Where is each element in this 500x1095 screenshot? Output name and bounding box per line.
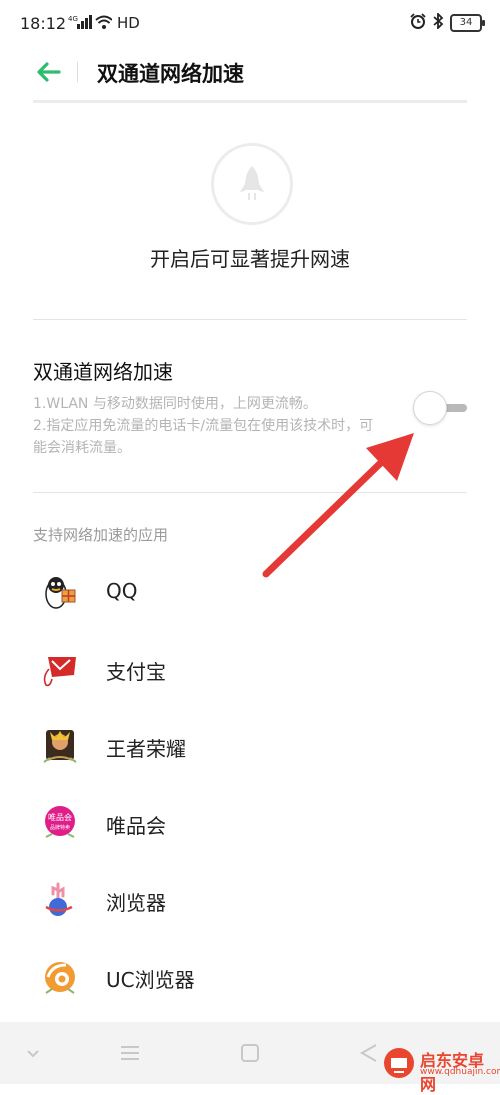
page-title: 双通道网络加速 (97, 62, 244, 86)
list-item-qq[interactable]: QQ (0, 553, 500, 631)
list-item-uc-browser[interactable]: UC浏览器 (0, 938, 500, 1016)
browser-icon (45, 882, 73, 916)
rocket-badge (211, 143, 293, 225)
watermark: 启东安卓网 www.qdhuajin.com (380, 1044, 500, 1094)
app-label: UC浏览器 (106, 968, 195, 992)
setting-description: 1.WLAN 与移动数据同时使用，上网更流畅。 2.指定应用免流量的电话卡/流量… (33, 393, 383, 459)
setting-desc-line-2: 2.指定应用免流量的电话卡/流量包在使用该技术时，可能会消耗流量。 (33, 418, 374, 456)
rocket-icon (240, 166, 264, 200)
hd-indicator: HD (117, 14, 140, 32)
back-arrow-icon (37, 62, 61, 82)
alipay-icon (43, 657, 76, 687)
app-label: 唯品会 (106, 814, 166, 838)
nav-back-button[interactable] (356, 1042, 382, 1064)
toggle-knob (413, 391, 447, 425)
nav-home-button[interactable] (237, 1042, 263, 1064)
chevron-down-icon (27, 1050, 39, 1058)
divider (33, 492, 467, 493)
list-item-vipshop[interactable]: 唯品会 品牌特卖 唯品会 (0, 784, 500, 862)
list-item-honor-of-kings[interactable]: 王者荣耀 (0, 707, 500, 785)
vipshop-icon: 唯品会 品牌特卖 (45, 806, 75, 838)
alarm-icon (410, 13, 426, 33)
status-bar: 18:12 4G HD 34 (0, 0, 500, 48)
list-item-alipay[interactable]: 支付宝 (0, 630, 500, 708)
list-item-browser[interactable]: 浏览器 (0, 861, 500, 939)
svg-text:唯品会: 唯品会 (48, 812, 72, 822)
setting-desc-line-1: 1.WLAN 与移动数据同时使用，上网更流畅。 (33, 396, 317, 412)
watermark-logo-icon (384, 1048, 414, 1078)
setting-title: 双通道网络加速 (33, 360, 173, 384)
app-label: 支付宝 (106, 660, 166, 684)
network-type: 4G (68, 15, 78, 23)
nav-menu-button[interactable] (117, 1042, 143, 1064)
home-square-icon (241, 1044, 259, 1062)
back-button[interactable] (30, 56, 66, 88)
status-time: 18:12 (20, 14, 67, 33)
dual-channel-toggle[interactable] (413, 391, 469, 425)
back-triangle-icon (359, 1044, 377, 1062)
watermark-url: www.qdhuajin.com (420, 1067, 500, 1077)
battery-icon: 34 (450, 14, 485, 32)
app-label: QQ (106, 579, 138, 603)
uc-browser-icon (45, 962, 75, 994)
header-divider (77, 62, 78, 82)
section-title: 支持网络加速的应用 (33, 526, 169, 544)
menu-icon (121, 1046, 139, 1060)
qq-icon (45, 577, 76, 609)
nav-hide-button[interactable] (20, 1042, 46, 1064)
hero-text: 开启后可显著提升网速 (150, 247, 350, 271)
divider (33, 319, 467, 320)
signal-icon: 4G (68, 13, 113, 35)
honor-of-kings-icon (43, 730, 77, 763)
app-label: 浏览器 (106, 891, 166, 915)
dual-channel-setting[interactable]: 双通道网络加速 1.WLAN 与移动数据同时使用，上网更流畅。 2.指定应用免流… (33, 356, 467, 466)
bluetooth-icon (432, 11, 444, 33)
header-separator (33, 100, 467, 103)
svg-text:品牌特卖: 品牌特卖 (50, 824, 70, 831)
app-header: 双通道网络加速 (0, 48, 500, 98)
app-label: 王者荣耀 (106, 737, 186, 761)
